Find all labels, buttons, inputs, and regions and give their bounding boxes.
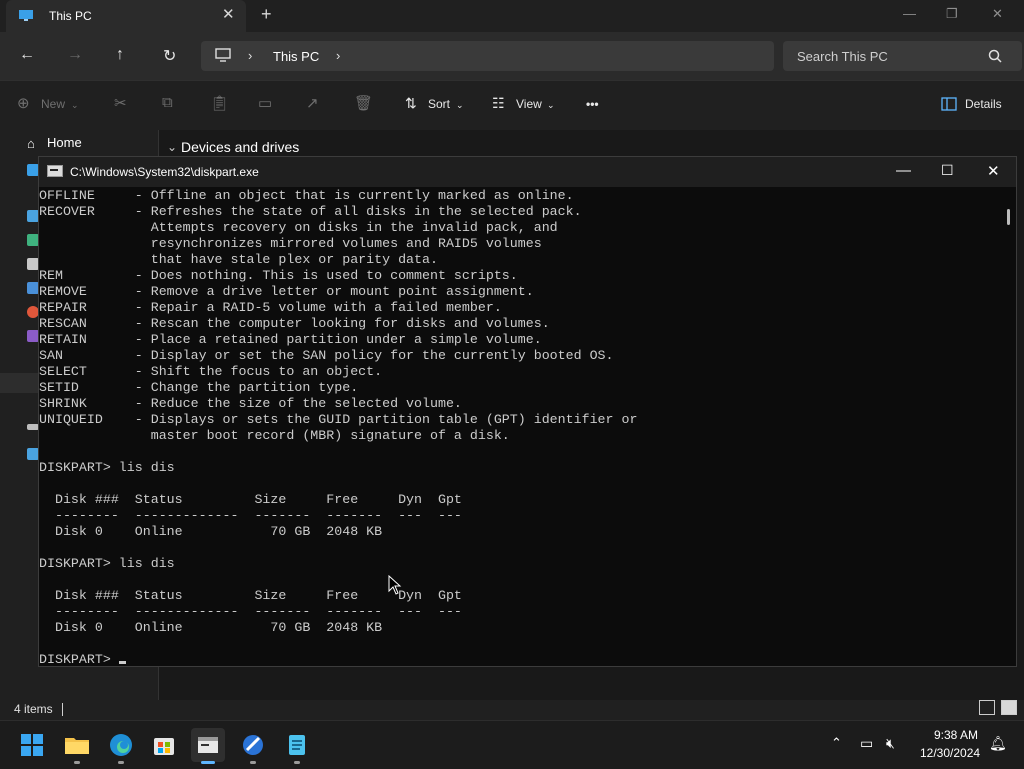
up-arrow-icon[interactable]: ↑	[116, 46, 124, 64]
network-status-icon[interactable]: ▭	[860, 735, 873, 752]
chevron-right-icon[interactable]: ›	[248, 48, 252, 63]
console-text: OFFLINE - Offline an object that is curr…	[39, 188, 999, 666]
forward-arrow-icon[interactable]: →	[67, 46, 83, 64]
address-bar[interactable]: › This PC ›	[201, 41, 774, 71]
view-icon[interactable]: ☷	[492, 95, 505, 112]
computer-icon	[215, 48, 231, 62]
clock-time[interactable]: 9:38 AM	[934, 728, 978, 742]
tab-title: This PC	[49, 9, 92, 23]
window-close-icon[interactable]: ✕	[992, 6, 1003, 22]
new-tab-icon[interactable]: +	[261, 4, 272, 25]
section-devices-and-drives[interactable]: Devices and drives	[181, 139, 299, 155]
home-icon: ⌂	[27, 136, 35, 151]
breadcrumb-this-pc[interactable]: This PC	[273, 49, 319, 64]
start-icon	[21, 734, 43, 756]
show-hidden-icons-icon[interactable]: ⌃	[831, 735, 842, 751]
search-box[interactable]: Search This PC	[783, 41, 1022, 71]
running-indicator	[74, 761, 80, 764]
copy-icon[interactable]: ⧉	[162, 94, 173, 111]
new-plus-icon[interactable]: ⊕	[17, 94, 30, 112]
running-indicator	[118, 761, 124, 764]
notifications-icon[interactable]: 🔔︎	[989, 735, 1007, 752]
text-cursor	[118, 661, 126, 664]
more-options-button[interactable]: •••	[586, 97, 599, 111]
chevron-down-icon: ⌄	[71, 100, 79, 110]
chevron-down-icon: ⌄	[456, 100, 464, 110]
new-button[interactable]: New	[41, 97, 65, 111]
status-bar: 4 items	[0, 700, 1024, 720]
sort-button[interactable]: Sort	[428, 97, 450, 111]
item-count: 4 items	[14, 702, 53, 716]
sidebar-item-home[interactable]: Home	[47, 135, 82, 150]
active-indicator	[201, 761, 215, 764]
console-minimize-icon[interactable]: —	[896, 162, 911, 179]
refresh-icon[interactable]: ↻	[163, 46, 176, 66]
details-view-icon[interactable]	[979, 700, 995, 715]
console-title-bar[interactable]: C:\Windows\System32\diskpart.exe — ☐ ✕	[39, 157, 1016, 187]
cut-icon[interactable]: ✂	[114, 94, 127, 112]
notepad-icon	[289, 735, 305, 755]
sort-icon[interactable]: ⇅	[405, 95, 417, 112]
store-icon	[154, 738, 174, 755]
taskbar-notepad[interactable]	[280, 728, 314, 764]
tab-this-pc[interactable]: This PC ✕	[6, 0, 246, 32]
tiles-view-icon[interactable]	[1001, 700, 1017, 715]
clock-date[interactable]: 12/30/2024	[920, 746, 980, 760]
running-indicator	[250, 761, 256, 764]
taskbar-terminal[interactable]	[191, 728, 225, 764]
chevron-right-icon[interactable]: ›	[336, 48, 340, 63]
details-pane-icon[interactable]	[941, 97, 957, 111]
console-lines: OFFLINE - Offline an object that is curr…	[39, 188, 638, 635]
taskbar: ⌃ ▭ 🔇︎ 9:38 AM 12/30/2024 🔔︎	[0, 720, 1024, 769]
explorer-tab-bar: This PC ✕ + — ❐ ✕	[0, 0, 1024, 32]
delete-icon[interactable]: 🗑︎	[354, 94, 373, 112]
console-title: C:\Windows\System32\diskpart.exe	[70, 165, 259, 179]
console-app-icon	[47, 165, 63, 177]
share-icon[interactable]: ↗	[306, 94, 319, 112]
terminal-icon	[198, 737, 218, 753]
taskbar-store[interactable]	[147, 728, 181, 762]
restore-icon[interactable]: ❐	[946, 6, 958, 22]
edge-icon	[110, 734, 132, 756]
taskbar-app[interactable]	[236, 728, 270, 764]
back-arrow-icon[interactable]: ←	[19, 46, 35, 64]
diskpart-prompt: DISKPART>	[39, 652, 119, 666]
taskbar-file-explorer[interactable]	[60, 728, 94, 764]
status-separator	[62, 703, 63, 716]
chevron-down-icon: ⌄	[547, 100, 555, 110]
file-explorer-icon	[65, 738, 89, 754]
rename-icon[interactable]: ▭	[258, 94, 272, 112]
mouse-pointer-icon	[388, 575, 402, 595]
console-scrollbar[interactable]	[1007, 209, 1010, 225]
volume-icon[interactable]: 🔇︎	[886, 735, 895, 752]
command-bar: ⊕ New ⌄ ✂ ⧉ 📋︎ ▭ ↗ 🗑︎ ⇅ Sort ⌄ ☷ View ⌄ …	[0, 80, 1024, 131]
console-window[interactable]: C:\Windows\System32\diskpart.exe — ☐ ✕ O…	[38, 156, 1017, 667]
running-indicator	[294, 761, 300, 764]
minimize-icon[interactable]: —	[903, 6, 916, 21]
tab-close-icon[interactable]: ✕	[222, 5, 235, 23]
console-maximize-icon[interactable]: ☐	[941, 162, 954, 179]
view-button[interactable]: View	[516, 97, 542, 111]
search-icon	[988, 49, 1002, 63]
navigation-bar: ← → ↑ ↻ › This PC › Search This PC	[0, 32, 1024, 80]
search-input[interactable]: Search This PC	[797, 49, 888, 64]
console-close-icon[interactable]: ✕	[987, 162, 1000, 180]
chevron-down-icon[interactable]: ⌄	[167, 140, 177, 154]
details-button[interactable]: Details	[965, 97, 1002, 111]
start-button[interactable]	[15, 728, 49, 762]
paste-icon[interactable]: 📋︎	[210, 94, 229, 112]
app-icon	[243, 735, 263, 755]
console-output[interactable]: OFFLINE - Offline an object that is curr…	[39, 188, 999, 666]
this-pc-icon	[19, 10, 33, 21]
taskbar-edge[interactable]	[104, 728, 138, 764]
